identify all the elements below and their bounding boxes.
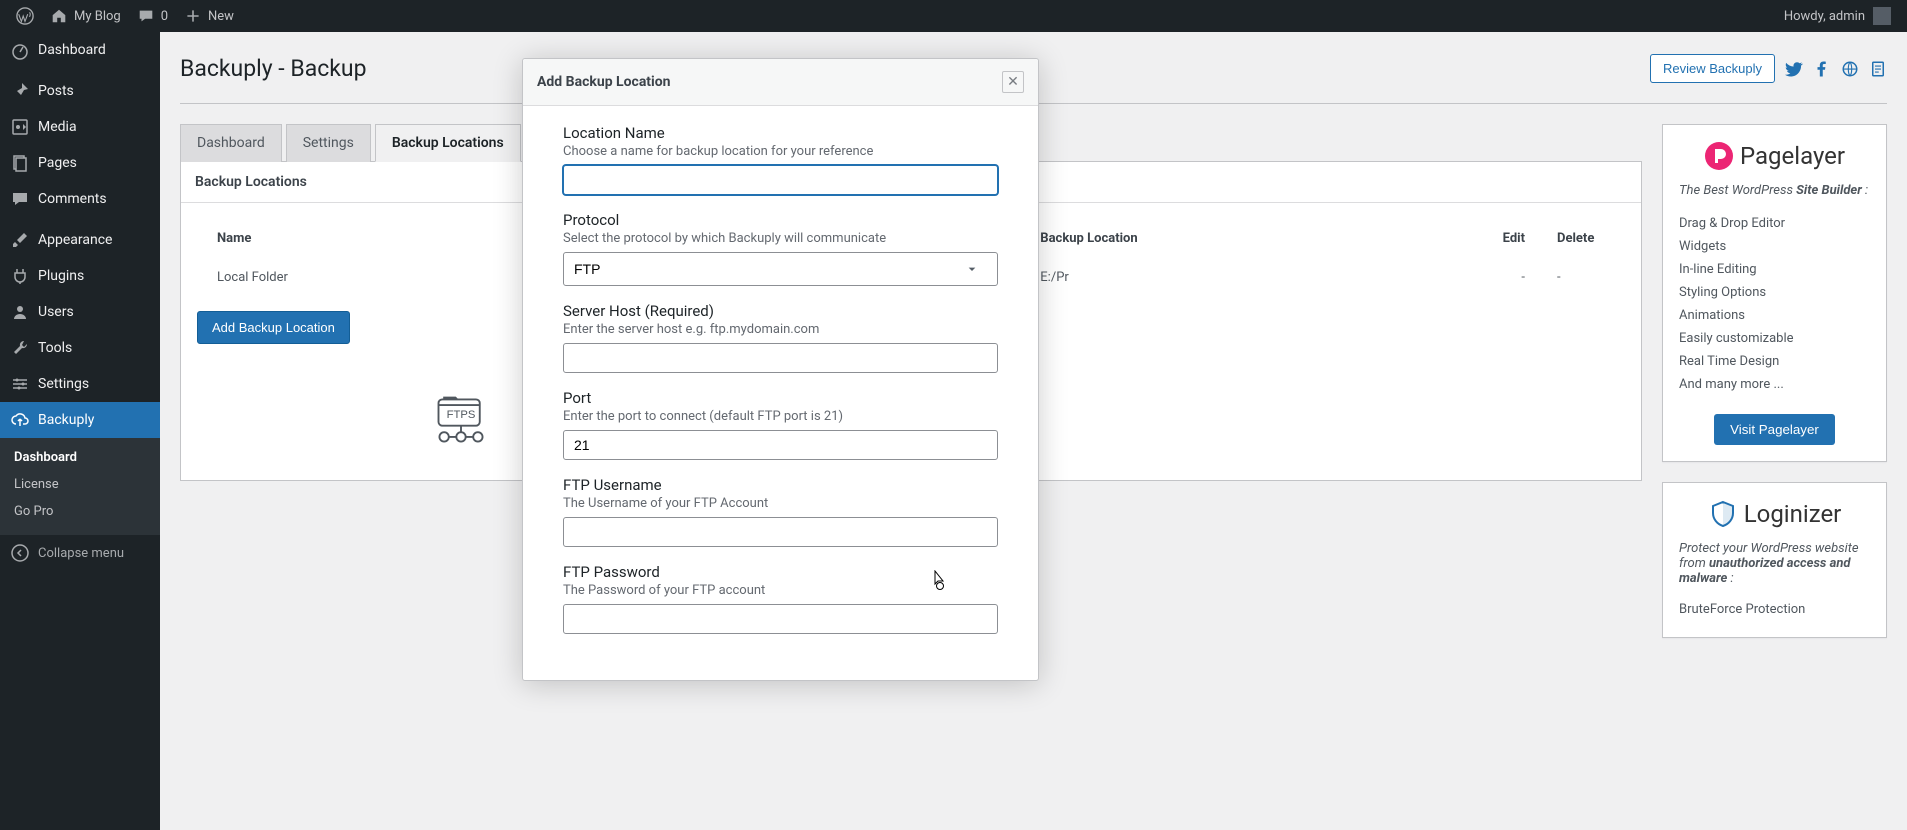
ftp-password-hint: The Password of your FTP account	[563, 583, 998, 598]
menu-comments[interactable]: Comments	[0, 181, 160, 217]
menu-tools[interactable]: Tools	[0, 330, 160, 366]
close-icon[interactable]: ✕	[1002, 71, 1024, 93]
ftp-password-input[interactable]	[563, 604, 998, 634]
speech-icon	[137, 7, 155, 25]
pin-icon	[10, 81, 30, 101]
location-name-label: Location Name	[563, 124, 998, 142]
comments-count: 0	[161, 9, 168, 24]
globe-icon[interactable]	[1841, 60, 1859, 78]
th-delete: Delete	[1541, 217, 1621, 260]
location-name-input[interactable]	[563, 165, 998, 195]
doc-icon[interactable]	[1869, 60, 1887, 78]
wordpress-icon	[16, 7, 34, 25]
collapse-menu[interactable]: Collapse menu	[0, 535, 160, 571]
collapse-icon	[10, 543, 30, 563]
submenu-dashboard[interactable]: Dashboard	[0, 444, 160, 471]
th-backup-location: Backup Location	[1024, 217, 1461, 260]
modal-title: Add Backup Location	[537, 74, 671, 90]
tab-dashboard[interactable]: Dashboard	[180, 124, 282, 162]
admin-menu: Dashboard Posts Media Pages Comments App…	[0, 32, 160, 830]
server-host-input[interactable]	[563, 343, 998, 373]
site-name[interactable]: My Blog	[42, 0, 129, 32]
menu-pages[interactable]: Pages	[0, 145, 160, 181]
tab-settings[interactable]: Settings	[286, 124, 371, 162]
howdy-text: Howdy, admin	[1784, 9, 1865, 24]
menu-appearance[interactable]: Appearance	[0, 222, 160, 258]
menu-plugins[interactable]: Plugins	[0, 258, 160, 294]
review-button[interactable]: Review Backuply	[1650, 54, 1775, 83]
media-icon	[10, 117, 30, 137]
add-backup-location-button[interactable]: Add Backup Location	[197, 311, 350, 344]
wrench-icon	[10, 338, 30, 358]
server-host-label: Server Host (Required)	[563, 302, 998, 320]
submenu-gopro[interactable]: Go Pro	[0, 498, 160, 525]
adminbar: My Blog 0 New Howdy, admin	[0, 0, 1907, 32]
visit-pagelayer-button[interactable]: Visit Pagelayer	[1714, 414, 1835, 445]
brush-icon	[10, 230, 30, 250]
server-host-hint: Enter the server host e.g. ftp.mydomain.…	[563, 322, 998, 337]
sliders-icon	[10, 374, 30, 394]
add-backup-location-modal: Add Backup Location ✕ Location Name Choo…	[522, 58, 1039, 681]
gauge-icon	[10, 40, 30, 60]
pagelayer-box: Pagelayer The Best WordPress Site Builde…	[1662, 124, 1887, 462]
page-title: Backuply - Backup	[180, 55, 367, 82]
submenu-license[interactable]: License	[0, 471, 160, 498]
user-icon	[10, 302, 30, 322]
ftp-password-label: FTP Password	[563, 563, 998, 581]
plus-icon	[184, 7, 202, 25]
menu-dashboard[interactable]: Dashboard	[0, 32, 160, 68]
loginizer-logo: Loginizer	[1679, 499, 1870, 529]
tab-backup-locations[interactable]: Backup Locations	[375, 124, 521, 162]
twitter-icon[interactable]	[1785, 60, 1803, 78]
pagelayer-tagline: The Best WordPress Site Builder :	[1679, 183, 1870, 198]
location-name-hint: Choose a name for backup location for yo…	[563, 144, 998, 159]
port-hint: Enter the port to connect (default FTP p…	[563, 409, 998, 424]
pages-icon	[10, 153, 30, 173]
menu-backuply[interactable]: Backuply	[0, 402, 160, 438]
port-input[interactable]	[563, 430, 998, 460]
comments-bubble[interactable]: 0	[129, 0, 176, 32]
menu-posts[interactable]: Posts	[0, 73, 160, 109]
new-label: New	[208, 9, 234, 24]
menu-users[interactable]: Users	[0, 294, 160, 330]
pagelayer-logo: Pagelayer	[1679, 141, 1870, 171]
modal-body[interactable]: Location Name Choose a name for backup l…	[523, 106, 1038, 680]
comments-icon	[10, 189, 30, 209]
protocol-select[interactable]: FTP	[563, 252, 998, 286]
th-edit: Edit	[1461, 217, 1541, 260]
avatar-icon	[1873, 7, 1891, 25]
home-icon	[50, 7, 68, 25]
protocol-label: Protocol	[563, 211, 998, 229]
menu-media[interactable]: Media	[0, 109, 160, 145]
cloud-up-icon	[10, 410, 30, 430]
loginizer-intro: Protect your WordPress website from unau…	[1679, 541, 1870, 586]
loginizer-box: Loginizer Protect your WordPress website…	[1662, 482, 1887, 638]
port-label: Port	[563, 389, 998, 407]
site-name-label: My Blog	[74, 9, 121, 24]
ftp-username-input[interactable]	[563, 517, 998, 547]
my-account[interactable]: Howdy, admin	[1784, 7, 1899, 25]
th-name: Name	[201, 217, 548, 260]
ftp-username-hint: The Username of your FTP Account	[563, 496, 998, 511]
submenu-backuply: Dashboard License Go Pro	[0, 438, 160, 535]
ftp-username-label: FTP Username	[563, 476, 998, 494]
menu-settings[interactable]: Settings	[0, 366, 160, 402]
new-content[interactable]: New	[176, 0, 242, 32]
svg-text:FTPS: FTPS	[447, 409, 476, 421]
ftps-icon[interactable]: FTPS	[431, 390, 491, 450]
loginizer-features: BruteForce Protection	[1679, 598, 1870, 621]
protocol-hint: Select the protocol by which Backuply wi…	[563, 231, 998, 246]
pagelayer-features: Drag & Drop Editor Widgets In-line Editi…	[1679, 212, 1870, 396]
facebook-icon[interactable]	[1813, 60, 1831, 78]
wp-logo[interactable]	[8, 0, 42, 32]
plug-icon	[10, 266, 30, 286]
